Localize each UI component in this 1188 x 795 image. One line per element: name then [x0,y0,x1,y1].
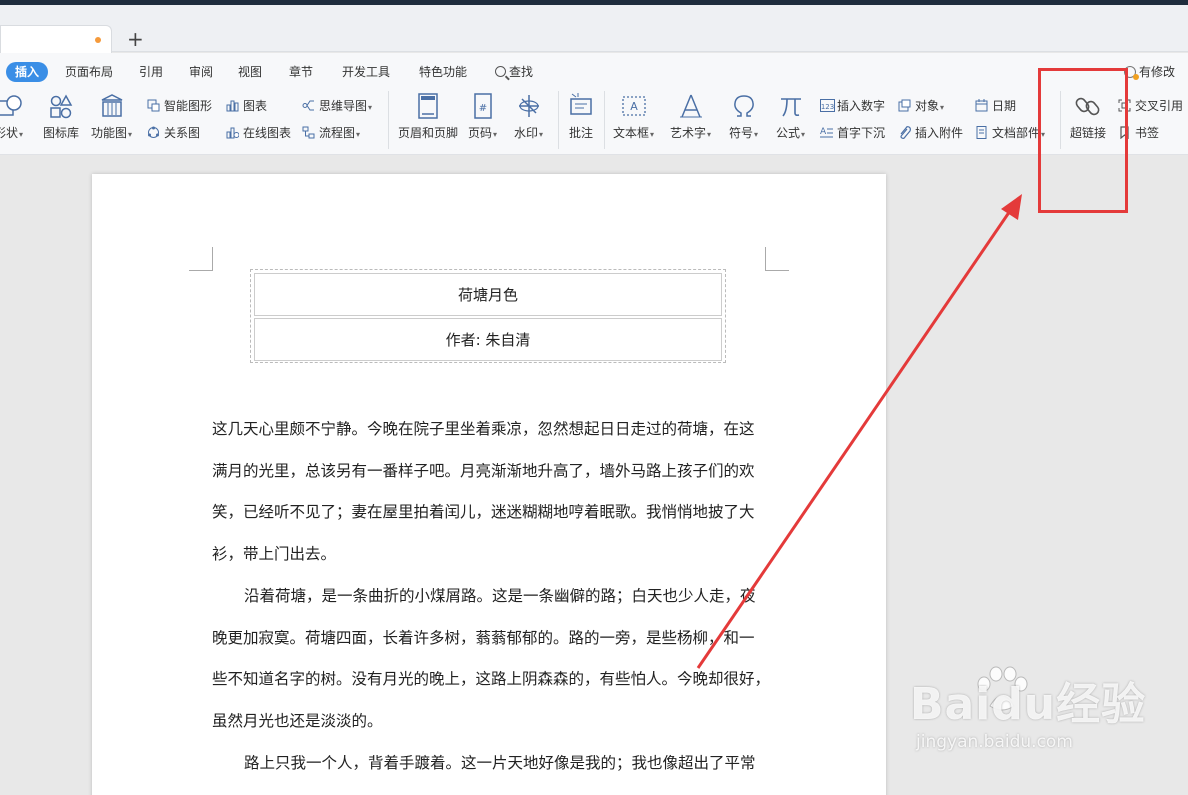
watermark-logo: Baidu经验 [910,679,1147,730]
watermark-url: jingyan.baidu.com [916,732,1073,752]
baidu-watermark: Baidu经验 jingyan.baidu.com [910,668,1146,752]
